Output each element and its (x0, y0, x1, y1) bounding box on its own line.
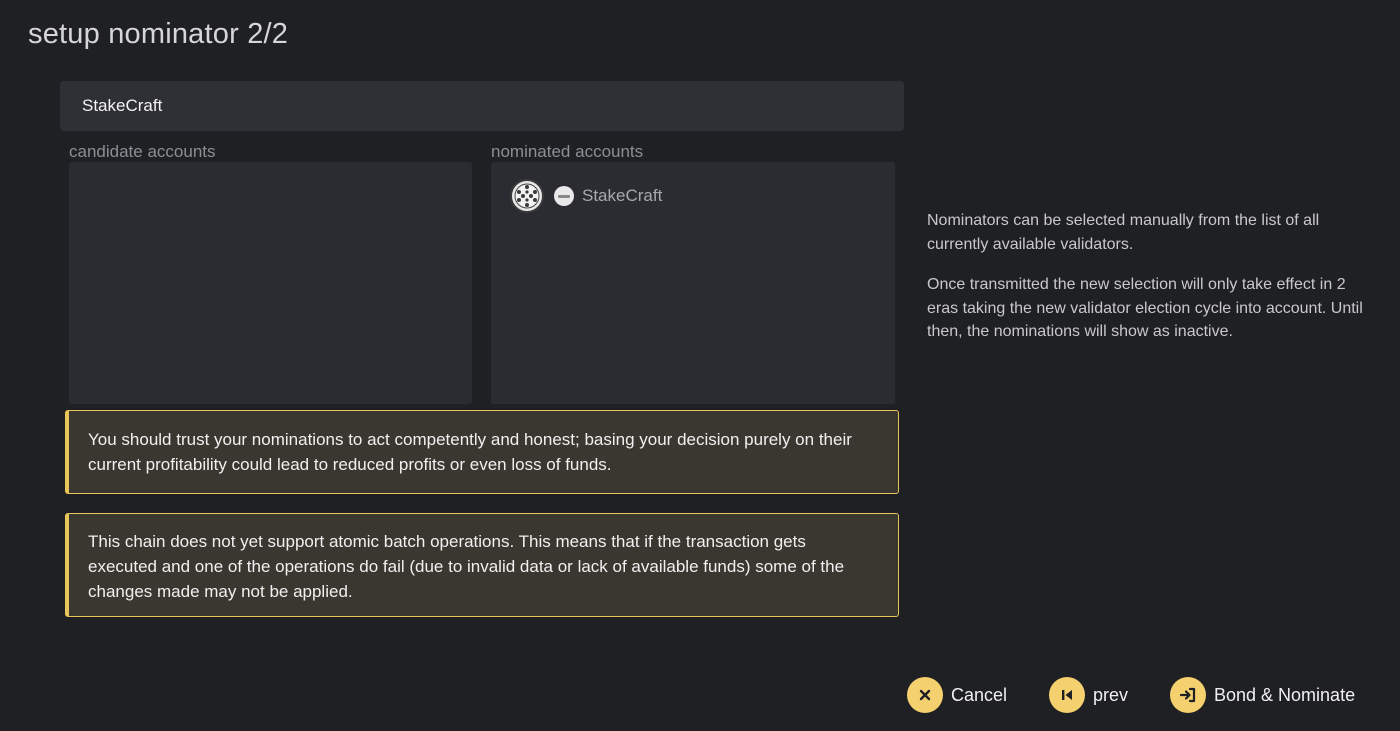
sign-in-icon (1170, 677, 1206, 713)
help-paragraph: Nominators can be selected manually from… (927, 212, 1320, 253)
identity-badge-icon (554, 186, 574, 206)
validator-search-input[interactable] (80, 95, 884, 117)
cancel-button[interactable]: Cancel (907, 677, 1007, 713)
identicon-icon[interactable] (510, 179, 544, 213)
bond-nominate-label: Bond & Nominate (1214, 684, 1356, 705)
nominated-account-item[interactable]: StakeCraft (510, 179, 662, 213)
page-title: setup nominator 2/2 (28, 18, 289, 50)
candidate-accounts-label: candidate accounts (69, 142, 216, 161)
help-text: Nominators can be selected manually from… (927, 209, 1367, 361)
prev-button[interactable]: prev (1049, 677, 1128, 713)
bond-nominate-button[interactable]: Bond & Nominate (1170, 677, 1355, 713)
trust-warning: You should trust your nominations to act… (65, 410, 899, 494)
nominated-accounts-list[interactable]: StakeCraft (491, 162, 895, 404)
prev-label: prev (1093, 684, 1129, 705)
x-circle-icon (907, 677, 943, 713)
help-paragraph: Once transmitted the new selection will … (927, 276, 1363, 340)
validator-search-box[interactable] (60, 81, 904, 131)
candidate-accounts-list[interactable] (69, 162, 472, 404)
batch-warning: This chain does not yet support atomic b… (65, 513, 899, 617)
nominated-accounts-label: nominated accounts (491, 142, 644, 161)
cancel-label: Cancel (951, 684, 1008, 705)
step-backward-icon (1049, 677, 1085, 713)
modal-actions: Cancel prev Bond & Nominate (0, 677, 1400, 715)
nominated-account-name: StakeCraft (582, 186, 663, 205)
